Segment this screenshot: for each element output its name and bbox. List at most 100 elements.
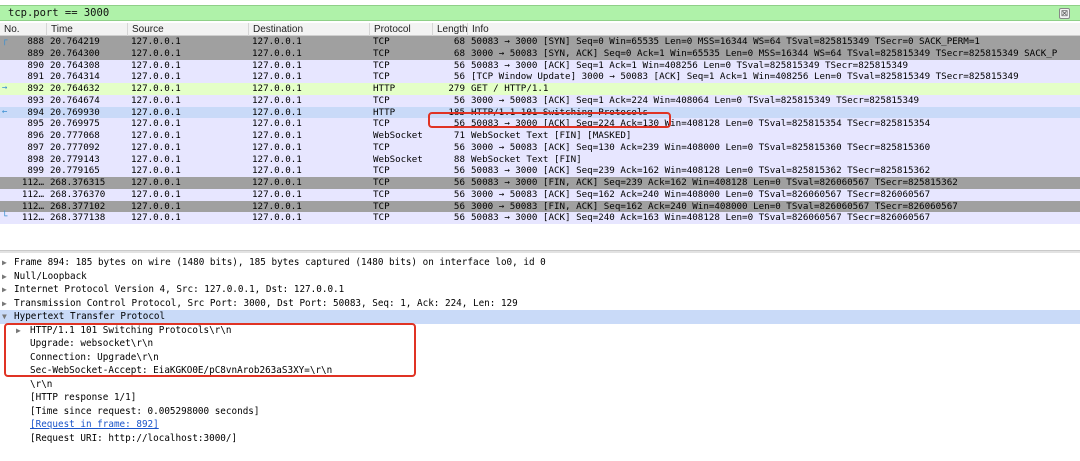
packet-row[interactable]: 112… 268.376370 127.0.0.1 127.0.0.1 TCP 56 300…: [0, 188, 1080, 201]
packet-time: 20.777068: [50, 130, 100, 141]
column-header-protocol[interactable]: Protocol: [369, 23, 411, 36]
column-header-no[interactable]: No.: [0, 23, 20, 36]
packet-info: WebSocket Text [FIN] [MASKED]: [471, 130, 632, 141]
detail-tree-item[interactable]: [Time since request: 0.005298000 seconds…: [0, 405, 1080, 419]
detail-tree-item[interactable]: ▶ Transmission Control Protocol, Src Port…: [0, 297, 1080, 311]
column-header-info[interactable]: Info: [467, 23, 489, 36]
packet-protocol: TCP: [373, 59, 390, 71]
detail-tree-item[interactable]: ▶ Null/Loopback: [0, 270, 1080, 284]
packet-source: 127.0.0.1: [131, 165, 181, 177]
packet-row[interactable]: 893 20.764674 127.0.0.1 127.0.0.1 TCP 56 3000 …: [0, 94, 1080, 107]
detail-tree-item[interactable]: [Request URI: http://localhost:3000/]: [0, 432, 1080, 446]
highlight-box-packet: [428, 112, 671, 128]
packet-protocol: TCP: [373, 177, 390, 188]
column-header-destination[interactable]: Destination: [248, 23, 303, 36]
packet-info: 50083 → 3000 [FIN, ACK] Seq=239 Ack=162 …: [471, 177, 958, 188]
detail-tree-item[interactable]: ▼ Hypertext Transfer Protocol: [0, 310, 1080, 324]
packet-info: 50083 → 3000 [ACK] Seq=239 Ack=162 Win=4…: [471, 165, 931, 177]
packet-list[interactable]: ┌ 888 20.764219 127.0.0.1 127.0.0.1 TCP 68 5008…: [0, 36, 1080, 249]
packet-source: 127.0.0.1: [131, 177, 181, 188]
packet-length: 56: [453, 165, 465, 177]
packet-no: 112…: [21, 212, 44, 224]
expand-triangle-icon[interactable]: ▶: [2, 283, 7, 297]
detail-tree-item[interactable]: [Request in frame: 892]: [0, 418, 1080, 432]
display-filter-input[interactable]: tcp.port == 3000: [8, 6, 109, 21]
packet-destination: 127.0.0.1: [252, 94, 302, 106]
packet-source: 127.0.0.1: [131, 212, 181, 224]
packet-protocol: TCP: [373, 188, 390, 200]
packet-no: 897: [27, 141, 44, 153]
packet-row[interactable]: 890 20.764308 127.0.0.1 127.0.0.1 TCP 56 50083…: [0, 59, 1080, 72]
packet-info: 3000 → 50083 [SYN, ACK] Seq=0 Ack=1 Win=…: [471, 47, 1058, 59]
packet-list-header: No. Time Source Destination Protocol Len…: [0, 23, 1080, 36]
packet-row[interactable]: 889 20.764300 127.0.0.1 127.0.0.1 TCP 68 3000 …: [0, 47, 1080, 60]
packet-info: 3000 → 50083 [ACK] Seq=130 Ack=239 Win=4…: [471, 141, 931, 153]
packet-row[interactable]: → 892 20.764632 127.0.0.1 127.0.0.1 HTTP 279 GE…: [0, 83, 1080, 95]
detail-tree-label: Null/Loopback: [14, 270, 87, 282]
packet-no: 888: [27, 36, 44, 47]
packet-destination: 127.0.0.1: [252, 71, 302, 83]
packet-source: 127.0.0.1: [131, 83, 181, 94]
detail-tree-label: \r\n: [30, 378, 53, 390]
packet-length: 56: [453, 212, 465, 224]
packet-destination: 127.0.0.1: [252, 212, 302, 224]
packet-no: 889: [27, 47, 44, 59]
clear-filter-icon[interactable]: ⊠: [1059, 8, 1070, 19]
expand-triangle-icon[interactable]: ▶: [2, 297, 7, 311]
packet-info: 50083 → 3000 [SYN] Seq=0 Win=65535 Len=0…: [471, 36, 980, 47]
detail-tree-item[interactable]: ▶ Internet Protocol Version 4, Src: 127.0…: [0, 283, 1080, 297]
packet-length: 56: [453, 94, 465, 106]
packet-time: 20.764308: [50, 59, 100, 71]
packet-destination: 127.0.0.1: [252, 59, 302, 71]
detail-tree-item[interactable]: [HTTP response 1/1]: [0, 391, 1080, 405]
packet-row[interactable]: 112… 268.376315 127.0.0.1 127.0.0.1 TCP 56 500…: [0, 177, 1080, 189]
packet-length: 68: [453, 36, 465, 47]
packet-source: 127.0.0.1: [131, 153, 181, 165]
packet-row[interactable]: 899 20.779165 127.0.0.1 127.0.0.1 TCP 56 50083…: [0, 165, 1080, 177]
packet-row[interactable]: ┌ 888 20.764219 127.0.0.1 127.0.0.1 TCP 68 5008…: [0, 36, 1080, 48]
detail-tree-item[interactable]: \r\n: [0, 378, 1080, 392]
packet-length: 56: [453, 59, 465, 71]
packet-protocol: TCP: [373, 47, 390, 59]
packet-no: 899: [27, 165, 44, 177]
packet-info: 3000 → 50083 [FIN, ACK] Seq=162 Ack=240 …: [471, 200, 958, 212]
highlight-box-details: [4, 323, 416, 377]
detail-tree-item[interactable]: ▶ Frame 894: 185 bytes on wire (1480 bits…: [0, 256, 1080, 270]
packet-source: 127.0.0.1: [131, 130, 181, 141]
packet-row[interactable]: 112… 268.377102 127.0.0.1 127.0.0.1 TCP 56 300…: [0, 200, 1080, 213]
expand-triangle-icon[interactable]: ▶: [2, 270, 7, 284]
detail-tree-label: [HTTP response 1/1]: [30, 392, 137, 403]
expand-triangle-icon[interactable]: ▶: [2, 256, 7, 270]
packet-protocol: TCP: [373, 165, 390, 177]
packet-length: 56: [453, 188, 465, 200]
packet-no: 894: [27, 106, 44, 118]
packet-row[interactable]: 896 20.777068 127.0.0.1 127.0.0.1 WebSocket 7…: [0, 130, 1080, 142]
display-filter-bar[interactable]: tcp.port == 3000 ⊠: [0, 5, 1080, 21]
packet-time: 20.777092: [50, 141, 100, 153]
packet-protocol: TCP: [373, 36, 390, 47]
packet-protocol: HTTP: [373, 83, 396, 94]
packet-destination: 127.0.0.1: [252, 106, 302, 118]
packet-row[interactable]: └ 112… 268.377138 127.0.0.1 127.0.0.1 TCP 56 50…: [0, 212, 1080, 224]
packet-protocol: WebSocket: [373, 153, 423, 165]
column-header-source[interactable]: Source: [127, 23, 164, 36]
detail-tree-label: Internet Protocol Version 4, Src: 127.0.…: [14, 284, 345, 295]
column-header-length[interactable]: Length: [432, 23, 468, 36]
expand-triangle-icon[interactable]: ▼: [2, 310, 7, 324]
pane-splitter[interactable]: [0, 250, 1080, 253]
packet-info: [TCP Window Update] 3000 → 50083 [ACK] S…: [471, 71, 1019, 83]
request-frame-link[interactable]: [Request in frame: 892]: [30, 418, 159, 432]
packet-row[interactable]: 891 20.764314 127.0.0.1 127.0.0.1 TCP 56 [TCP …: [0, 71, 1080, 83]
packet-protocol: TCP: [373, 118, 390, 130]
packet-source: 127.0.0.1: [131, 200, 181, 212]
packet-info: 3000 → 50083 [ACK] Seq=1 Ack=224 Win=408…: [471, 94, 920, 106]
packet-row[interactable]: 897 20.777092 127.0.0.1 127.0.0.1 TCP 56 3000 …: [0, 141, 1080, 154]
packet-row[interactable]: 898 20.779143 127.0.0.1 127.0.0.1 WebSocket 8…: [0, 153, 1080, 166]
packet-destination: 127.0.0.1: [252, 130, 302, 141]
packet-destination: 127.0.0.1: [252, 200, 302, 212]
packet-info: WebSocket Text [FIN]: [471, 153, 582, 165]
packet-source: 127.0.0.1: [131, 47, 181, 59]
packet-info: 50083 → 3000 [ACK] Seq=1 Ack=1 Win=40825…: [471, 59, 908, 71]
column-header-time[interactable]: Time: [46, 23, 73, 36]
packet-time: 20.764674: [50, 94, 100, 106]
